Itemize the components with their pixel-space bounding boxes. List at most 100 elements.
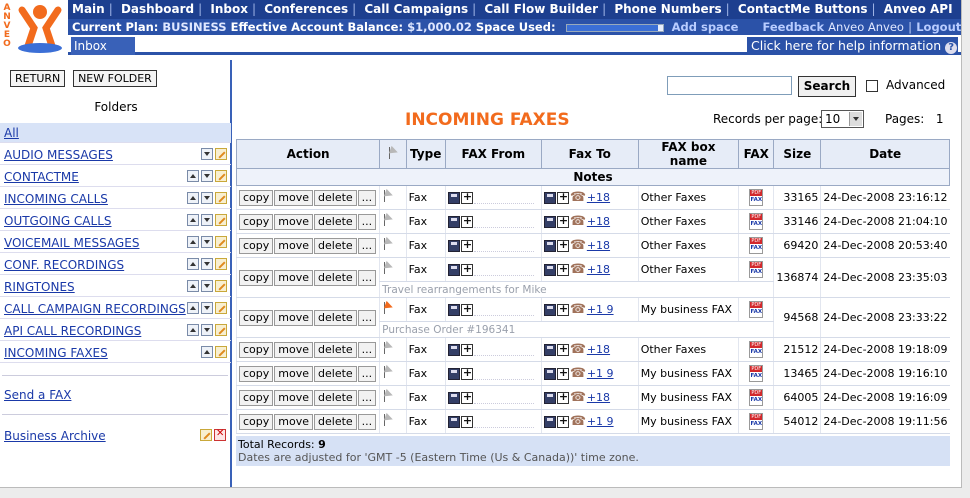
flag-cell[interactable] <box>379 185 407 210</box>
save-contact-icon[interactable] <box>543 368 556 380</box>
edit-icon[interactable] <box>215 148 227 160</box>
folder-link[interactable]: VOICEMAIL MESSAGES <box>4 236 139 250</box>
folder-link[interactable]: API CALL RECORDINGS <box>4 324 141 338</box>
pdf-fax-icon[interactable] <box>749 261 764 278</box>
add-contact-icon[interactable] <box>460 414 473 428</box>
move-button[interactable]: move <box>274 237 314 254</box>
folder-all-link[interactable]: All <box>4 126 19 140</box>
flag-cell[interactable] <box>379 209 407 234</box>
phone-icon[interactable] <box>570 414 586 429</box>
copy-button[interactable]: copy <box>239 365 274 382</box>
save-contact-icon[interactable] <box>447 240 460 252</box>
pdf-fax-icon[interactable] <box>749 341 764 358</box>
more-button[interactable]: ... <box>357 213 377 230</box>
phone-icon[interactable] <box>570 214 586 229</box>
more-button[interactable]: ... <box>357 309 377 326</box>
pdf-fax-icon[interactable] <box>749 365 764 382</box>
move-down-icon[interactable] <box>201 214 213 226</box>
fax-to-link[interactable]: +1 9 <box>587 303 614 316</box>
delete-button[interactable]: delete <box>314 213 357 230</box>
flag-icon[interactable] <box>382 365 394 379</box>
phone-icon[interactable] <box>570 190 586 205</box>
table-row[interactable]: copymovedelete... Fax +18 Other Faxes 694202… <box>235 233 950 258</box>
pdf-fax-icon[interactable] <box>749 389 764 406</box>
copy-button[interactable]: copy <box>239 413 274 430</box>
folder-link[interactable]: CALL CAMPAIGN RECORDINGS <box>4 302 186 316</box>
fax-to-link[interactable]: +18 <box>587 263 610 276</box>
save-contact-icon[interactable] <box>543 304 556 316</box>
move-down-icon[interactable] <box>201 236 213 248</box>
nav-dashboard[interactable]: Dashboard <box>121 2 194 16</box>
logout-link[interactable]: Logout <box>916 20 961 34</box>
delete-button[interactable]: delete <box>314 269 357 286</box>
fax-to-link[interactable]: +1 9 <box>587 367 614 380</box>
flag-cell[interactable] <box>379 337 407 362</box>
copy-button[interactable]: copy <box>239 309 274 326</box>
folder-all[interactable]: All <box>0 123 231 143</box>
move-down-icon[interactable] <box>201 148 213 160</box>
more-button[interactable]: ... <box>357 341 377 358</box>
more-button[interactable]: ... <box>357 365 377 382</box>
more-button[interactable]: ... <box>357 269 377 286</box>
copy-button[interactable]: copy <box>239 213 274 230</box>
move-up-icon[interactable] <box>201 346 213 358</box>
move-up-icon[interactable] <box>187 192 199 204</box>
table-row[interactable]: copymovedelete... Fax +18 Other Faxes 331652… <box>235 185 950 210</box>
flag-cell[interactable] <box>379 233 407 258</box>
col-fax-to[interactable]: Fax To <box>540 139 639 169</box>
flag-cell[interactable] <box>379 409 407 434</box>
table-row[interactable]: copymovedelete... Fax +18 Other Faxes 331462… <box>235 209 950 234</box>
move-down-icon[interactable] <box>201 258 213 270</box>
flag-icon[interactable] <box>382 301 394 315</box>
copy-button[interactable]: copy <box>239 341 274 358</box>
delete-button[interactable]: delete <box>314 309 357 326</box>
save-contact-icon[interactable] <box>447 216 460 228</box>
add-contact-icon[interactable] <box>556 262 569 276</box>
phone-icon[interactable] <box>570 366 586 381</box>
edit-icon[interactable] <box>215 192 227 204</box>
business-archive-link[interactable]: Business Archive <box>4 429 106 443</box>
table-row[interactable]: copymovedelete... Fax +1 9 My business FAX 5… <box>235 409 950 434</box>
add-contact-icon[interactable] <box>460 390 473 404</box>
copy-button[interactable]: copy <box>239 269 274 286</box>
add-contact-icon[interactable] <box>556 214 569 228</box>
delete-button[interactable]: delete <box>314 365 357 382</box>
copy-button[interactable]: copy <box>239 237 274 254</box>
col-fax-from[interactable]: FAX From <box>444 139 542 169</box>
delete-button[interactable]: delete <box>314 237 357 254</box>
records-per-page-select[interactable]: 10 <box>821 110 864 128</box>
save-contact-icon[interactable] <box>447 368 460 380</box>
add-contact-icon[interactable] <box>460 342 473 356</box>
fax-to-link[interactable]: +18 <box>587 215 610 228</box>
phone-icon[interactable] <box>570 390 586 405</box>
tab-inbox[interactable]: Inbox <box>71 37 135 55</box>
save-contact-icon[interactable] <box>447 344 460 356</box>
add-contact-icon[interactable] <box>460 238 473 252</box>
flag-icon[interactable] <box>382 413 394 427</box>
table-row[interactable]: copymovedelete... Fax +18 Other Faxes 136874… <box>235 257 950 298</box>
move-up-icon[interactable] <box>187 170 199 182</box>
add-contact-icon[interactable] <box>556 414 569 428</box>
new-folder-button[interactable]: NEW FOLDER <box>73 70 157 87</box>
add-contact-icon[interactable] <box>556 390 569 404</box>
flag-icon[interactable] <box>382 261 394 275</box>
col-type[interactable]: Type <box>405 139 446 169</box>
move-up-icon[interactable] <box>187 324 199 336</box>
nav-inbox[interactable]: Inbox <box>210 2 248 16</box>
add-contact-icon[interactable] <box>556 302 569 316</box>
move-up-icon[interactable] <box>187 258 199 270</box>
flag-icon[interactable] <box>382 237 394 251</box>
flag-icon[interactable] <box>382 389 394 403</box>
flag-cell[interactable] <box>379 257 407 282</box>
move-button[interactable]: move <box>274 189 314 206</box>
nav-call-campaigns[interactable]: Call Campaigns <box>364 2 468 16</box>
more-button[interactable]: ... <box>357 237 377 254</box>
table-row[interactable]: copymovedelete... Fax +1 9 My business FAX 1… <box>235 361 950 386</box>
fax-to-link[interactable]: +18 <box>587 391 610 404</box>
search-input[interactable] <box>667 76 792 95</box>
move-button[interactable]: move <box>274 213 314 230</box>
folder-link[interactable]: INCOMING CALLS <box>4 192 108 206</box>
add-space-link[interactable]: Add space <box>672 20 739 34</box>
col-date[interactable]: Date <box>820 139 950 169</box>
move-up-icon[interactable] <box>187 280 199 292</box>
